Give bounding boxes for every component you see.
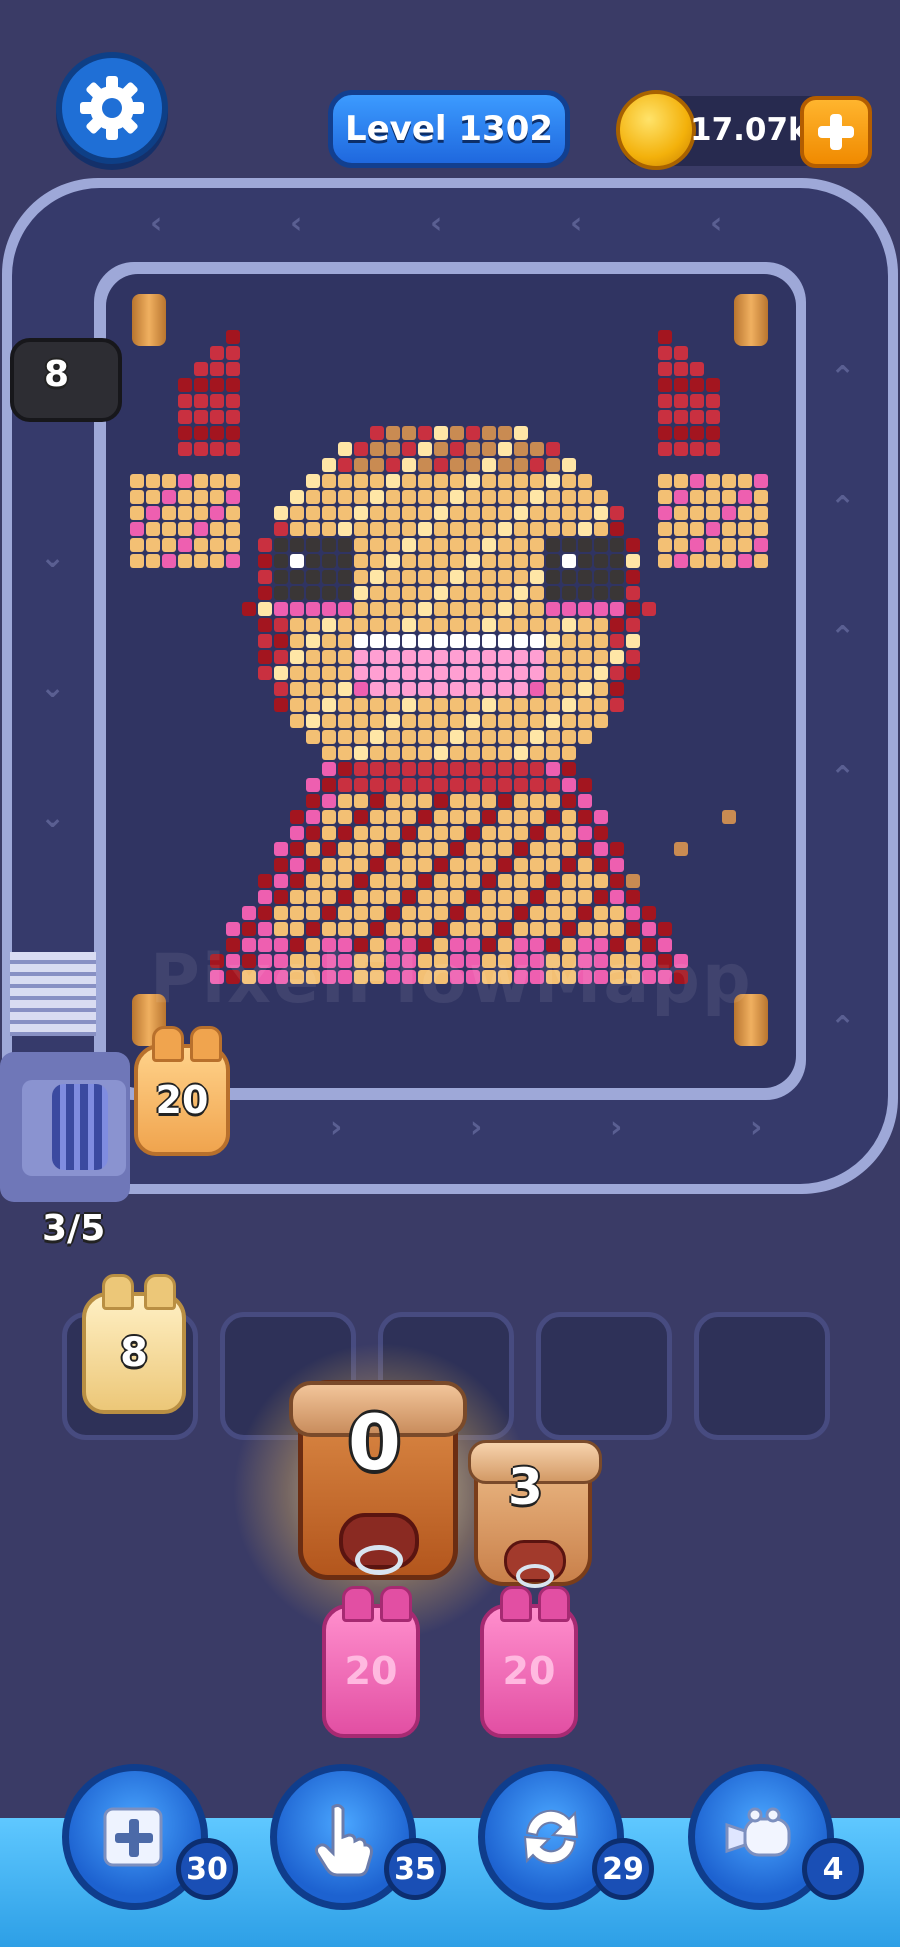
queue-progress: 3/5 — [42, 1208, 106, 1249]
watermark: PixelFlowMapp — [150, 940, 753, 1019]
plus-icon — [818, 114, 854, 150]
belt-entry-ramp — [10, 952, 96, 1036]
nose-ring-icon — [355, 1545, 403, 1575]
orange-piggy-shooter[interactable]: 20 — [134, 1026, 230, 1156]
cream-piggy-count: 8 — [120, 1330, 148, 1376]
pink-piggy-left[interactable]: 20 — [322, 1586, 420, 1738]
coin-icon — [616, 90, 696, 170]
vacuum-count: 4 — [802, 1838, 864, 1900]
belt-arrow-left-icon: ‹ — [290, 206, 303, 241]
belt-arrow-down-icon: ⌄ — [40, 800, 66, 835]
pointer-hand-icon — [315, 1803, 373, 1877]
orange-piggy-count: 20 — [155, 1078, 209, 1122]
add-slot-count: 30 — [176, 1838, 238, 1900]
ear — [380, 1586, 412, 1622]
ear — [190, 1026, 222, 1062]
belt-arrow-up-icon: ⌃ — [830, 1010, 856, 1045]
pointer-count: 35 — [384, 1838, 446, 1900]
black-piggy-shooter[interactable]: 8 — [10, 338, 122, 422]
shuffle-icon — [523, 1809, 579, 1865]
ear — [152, 1026, 184, 1062]
belt-arrow-right-icon: › — [330, 1110, 343, 1145]
pink-piggy-right-count: 20 — [502, 1649, 556, 1693]
shuffle-count: 29 — [592, 1838, 654, 1900]
pink-piggy-right[interactable]: 20 — [480, 1586, 578, 1738]
belt-arrow-down-icon: ⌄ — [40, 670, 66, 705]
add-slot-icon — [103, 1807, 163, 1867]
black-piggy-count: 8 — [44, 354, 70, 395]
belt-arrow-right-icon: › — [610, 1110, 623, 1145]
holding-slot-5[interactable] — [694, 1312, 830, 1440]
cream-piggy-in-slot[interactable]: 8 — [82, 1274, 186, 1414]
ear — [342, 1586, 374, 1622]
spring-coil-icon — [52, 1084, 108, 1170]
active-shooter-count: 0 — [348, 1398, 401, 1487]
holding-slot-4[interactable] — [536, 1312, 672, 1440]
pixel-art-bull[interactable] — [130, 330, 770, 1014]
vacuum-icon — [725, 1807, 791, 1857]
belt-arrow-left-icon: ‹ — [570, 206, 583, 241]
belt-arrow-right-icon: › — [750, 1110, 763, 1145]
belt-arrow-right-icon: › — [470, 1110, 483, 1145]
belt-arrow-up-icon: ⌃ — [830, 360, 856, 395]
ear — [500, 1586, 532, 1622]
belt-arrow-left-icon: ‹ — [150, 206, 163, 241]
belt-arrow-left-icon: ‹ — [710, 206, 723, 241]
belt-arrow-up-icon: ⌃ — [830, 620, 856, 655]
level-label: Level 1302 — [344, 109, 554, 149]
belt-arrow-up-icon: ⌃ — [830, 760, 856, 795]
level-indicator: Level 1302 — [328, 90, 570, 168]
belt-arrow-up-icon: ⌃ — [830, 490, 856, 525]
ear — [538, 1586, 570, 1622]
buy-coins-button[interactable] — [800, 96, 872, 168]
belt-arrow-down-icon: ⌄ — [40, 540, 66, 575]
belt-arrow-left-icon: ‹ — [430, 206, 443, 241]
ear — [102, 1274, 134, 1310]
coin-count: 17.07k — [690, 112, 809, 148]
ear — [144, 1274, 176, 1310]
gear-icon — [80, 76, 144, 140]
pink-piggy-left-count: 20 — [344, 1649, 398, 1693]
queued-shooter-count: 3 — [508, 1458, 543, 1516]
settings-button[interactable] — [56, 52, 168, 164]
nose-ring-icon — [516, 1564, 554, 1588]
